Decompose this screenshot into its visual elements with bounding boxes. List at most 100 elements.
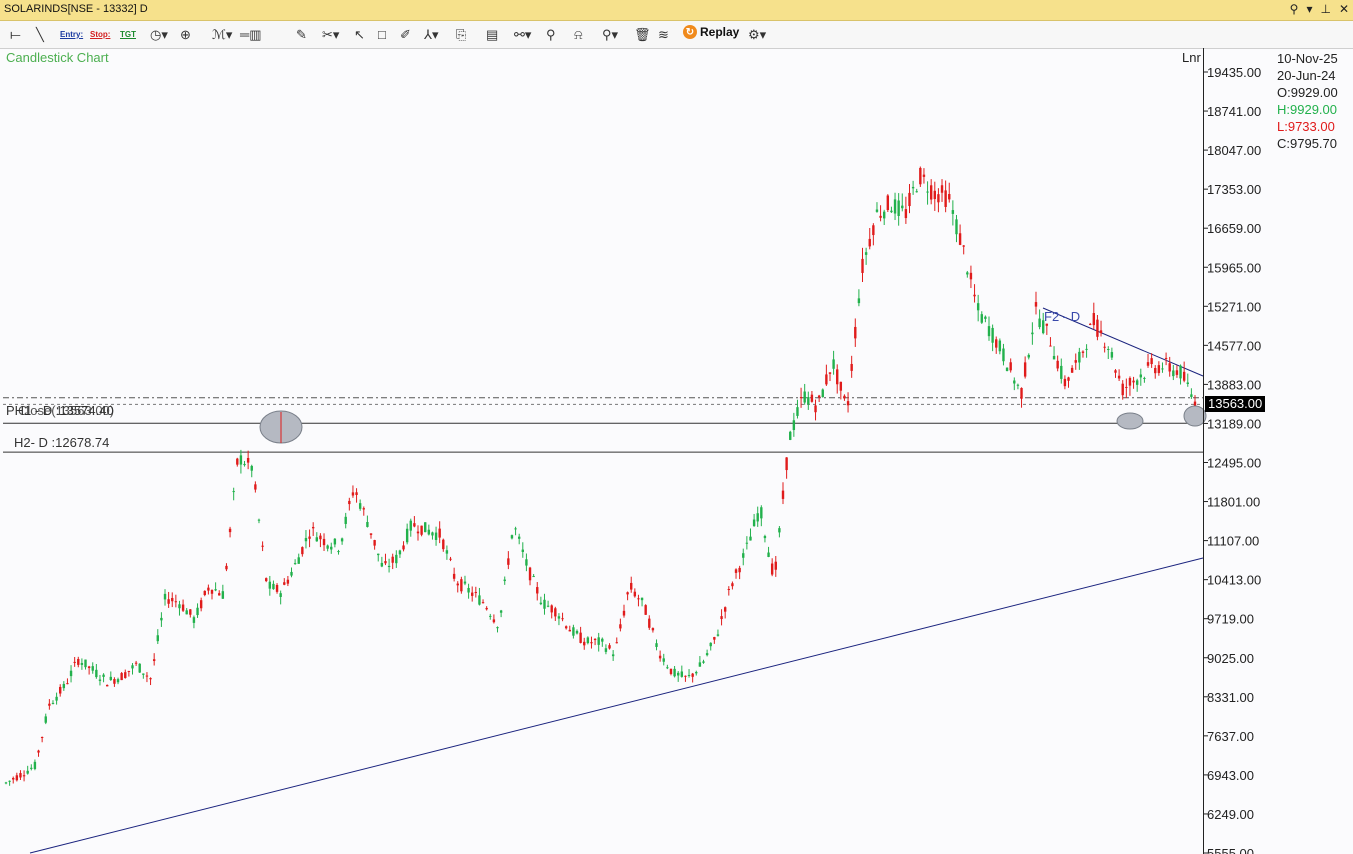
candle-body bbox=[1117, 375, 1121, 379]
y-tick-label: 6249.00 bbox=[1207, 807, 1254, 822]
candle-body bbox=[192, 617, 196, 623]
candle-body bbox=[87, 666, 91, 669]
candle-body bbox=[131, 665, 134, 669]
candle-body bbox=[160, 617, 163, 621]
candle-body bbox=[684, 675, 687, 677]
candle-body bbox=[897, 200, 900, 216]
settings-gear-icon[interactable]: ⚙▾ bbox=[748, 25, 766, 44]
pen-tool-icon[interactable]: ✐ bbox=[400, 25, 411, 44]
crosshair-icon[interactable]: ⊕ bbox=[180, 25, 191, 44]
y-tick-label: 17353.00 bbox=[1207, 182, 1261, 197]
candle-body bbox=[716, 634, 720, 636]
candle-body bbox=[691, 673, 694, 677]
zoom-icon[interactable]: ⚲▾ bbox=[602, 25, 618, 44]
timer-icon[interactable]: ◷▾ bbox=[150, 25, 168, 44]
scale-mode-label[interactable]: Lnr bbox=[1182, 50, 1201, 65]
candle-body bbox=[272, 583, 275, 590]
candle-body bbox=[564, 626, 568, 629]
candle-body bbox=[637, 598, 640, 600]
candle-body bbox=[304, 537, 308, 542]
ruler-icon[interactable]: ✎ bbox=[296, 25, 307, 44]
candle-body bbox=[37, 750, 40, 753]
candle-body bbox=[507, 558, 510, 565]
entry-tool[interactable]: Entry: bbox=[60, 25, 83, 44]
candle-body bbox=[1132, 380, 1135, 383]
candle-body bbox=[911, 186, 915, 189]
candle-body bbox=[958, 233, 962, 245]
compare-icon[interactable]: ≋ bbox=[658, 25, 669, 44]
candle-body bbox=[752, 519, 756, 527]
pin-icon[interactable]: ⊥ bbox=[1320, 2, 1330, 16]
horizontal-line-tool-icon[interactable]: ⟝ bbox=[10, 25, 21, 44]
candle-body bbox=[760, 507, 763, 519]
candle-body bbox=[142, 673, 145, 675]
indicator-icon[interactable]: ℳ▾ bbox=[212, 25, 232, 44]
candle-body bbox=[626, 592, 629, 595]
candle-body bbox=[644, 605, 647, 615]
candle-body bbox=[619, 624, 622, 629]
candle-body bbox=[915, 191, 918, 193]
candle-body bbox=[293, 563, 297, 565]
candle-body bbox=[738, 567, 741, 573]
scissors-icon[interactable]: ✂▾ bbox=[322, 25, 339, 44]
chart-type-label: Candlestick Chart bbox=[6, 50, 109, 65]
replay-button[interactable]: ↻ Replay bbox=[683, 25, 739, 39]
user-icon[interactable]: ⚲ bbox=[1290, 2, 1299, 16]
candle-body bbox=[1027, 354, 1030, 358]
chart-panel[interactable]: 19435.00 18741.00 18047.00 17353.00 16659.00… bbox=[0, 48, 1353, 854]
candle-body bbox=[1143, 377, 1146, 379]
candle-body bbox=[391, 556, 394, 563]
chart-export-icon[interactable]: ⎘ bbox=[456, 25, 466, 44]
candle-body bbox=[510, 535, 514, 539]
candle-body bbox=[1096, 319, 1099, 337]
candle-body bbox=[181, 604, 185, 611]
candle-body bbox=[26, 770, 29, 774]
rectangle-tool-icon[interactable]: □ bbox=[378, 25, 386, 44]
candle-body bbox=[12, 777, 15, 780]
candle-body bbox=[398, 550, 402, 555]
target-tool[interactable]: TGT bbox=[120, 25, 136, 44]
dropdown-arrow-icon[interactable]: ▾ bbox=[1306, 2, 1312, 16]
candle-body bbox=[984, 316, 987, 319]
pointer-icon[interactable]: ↖ bbox=[354, 25, 365, 44]
magnet-icon[interactable]: ⚲ bbox=[546, 25, 556, 44]
y-tick-label: 11801.00 bbox=[1207, 495, 1260, 510]
candle-body bbox=[283, 582, 286, 585]
candle-body bbox=[886, 195, 890, 211]
close-icon[interactable]: ✕ bbox=[1339, 2, 1349, 16]
candle-body bbox=[575, 630, 579, 634]
candle-body bbox=[1164, 357, 1168, 359]
candlestick-chart[interactable]: 19435.00 18741.00 18047.00 17353.00 16659.00… bbox=[0, 48, 1353, 854]
candle-body bbox=[651, 628, 655, 631]
candle-body bbox=[521, 549, 524, 552]
delete-icon[interactable]: 🗑 bbox=[634, 25, 651, 44]
candle-body bbox=[239, 455, 243, 465]
candle-body bbox=[351, 492, 355, 496]
fibonacci-icon[interactable]: ⅄▾ bbox=[424, 25, 438, 44]
candle-body bbox=[113, 679, 116, 684]
candle-body bbox=[485, 607, 488, 610]
candle-body bbox=[615, 642, 618, 644]
candle-body bbox=[1182, 371, 1186, 381]
candle-body bbox=[995, 339, 998, 348]
candle-body bbox=[843, 395, 846, 399]
candle-body bbox=[116, 679, 120, 683]
candle-body bbox=[373, 540, 376, 546]
alert-bell-icon[interactable]: ⍾ bbox=[574, 25, 583, 44]
document-icon[interactable]: ▤ bbox=[486, 25, 498, 44]
candle-body bbox=[832, 359, 835, 369]
bar-style-icon[interactable]: ═▥ bbox=[240, 25, 262, 44]
candle-body bbox=[1081, 351, 1085, 353]
candle-body bbox=[955, 219, 958, 235]
candle-body bbox=[19, 773, 22, 778]
candle-body bbox=[84, 659, 87, 668]
candle-body bbox=[698, 662, 702, 667]
stop-tool[interactable]: Stop: bbox=[90, 25, 110, 44]
candle-body bbox=[384, 561, 387, 564]
trend-line-tool-icon[interactable]: ╲ bbox=[36, 25, 44, 44]
candle-body bbox=[579, 632, 582, 643]
candle-body bbox=[590, 642, 593, 644]
link-icon[interactable]: ⚯▾ bbox=[514, 25, 531, 44]
candle-body bbox=[976, 303, 980, 311]
candle-body bbox=[492, 619, 496, 623]
